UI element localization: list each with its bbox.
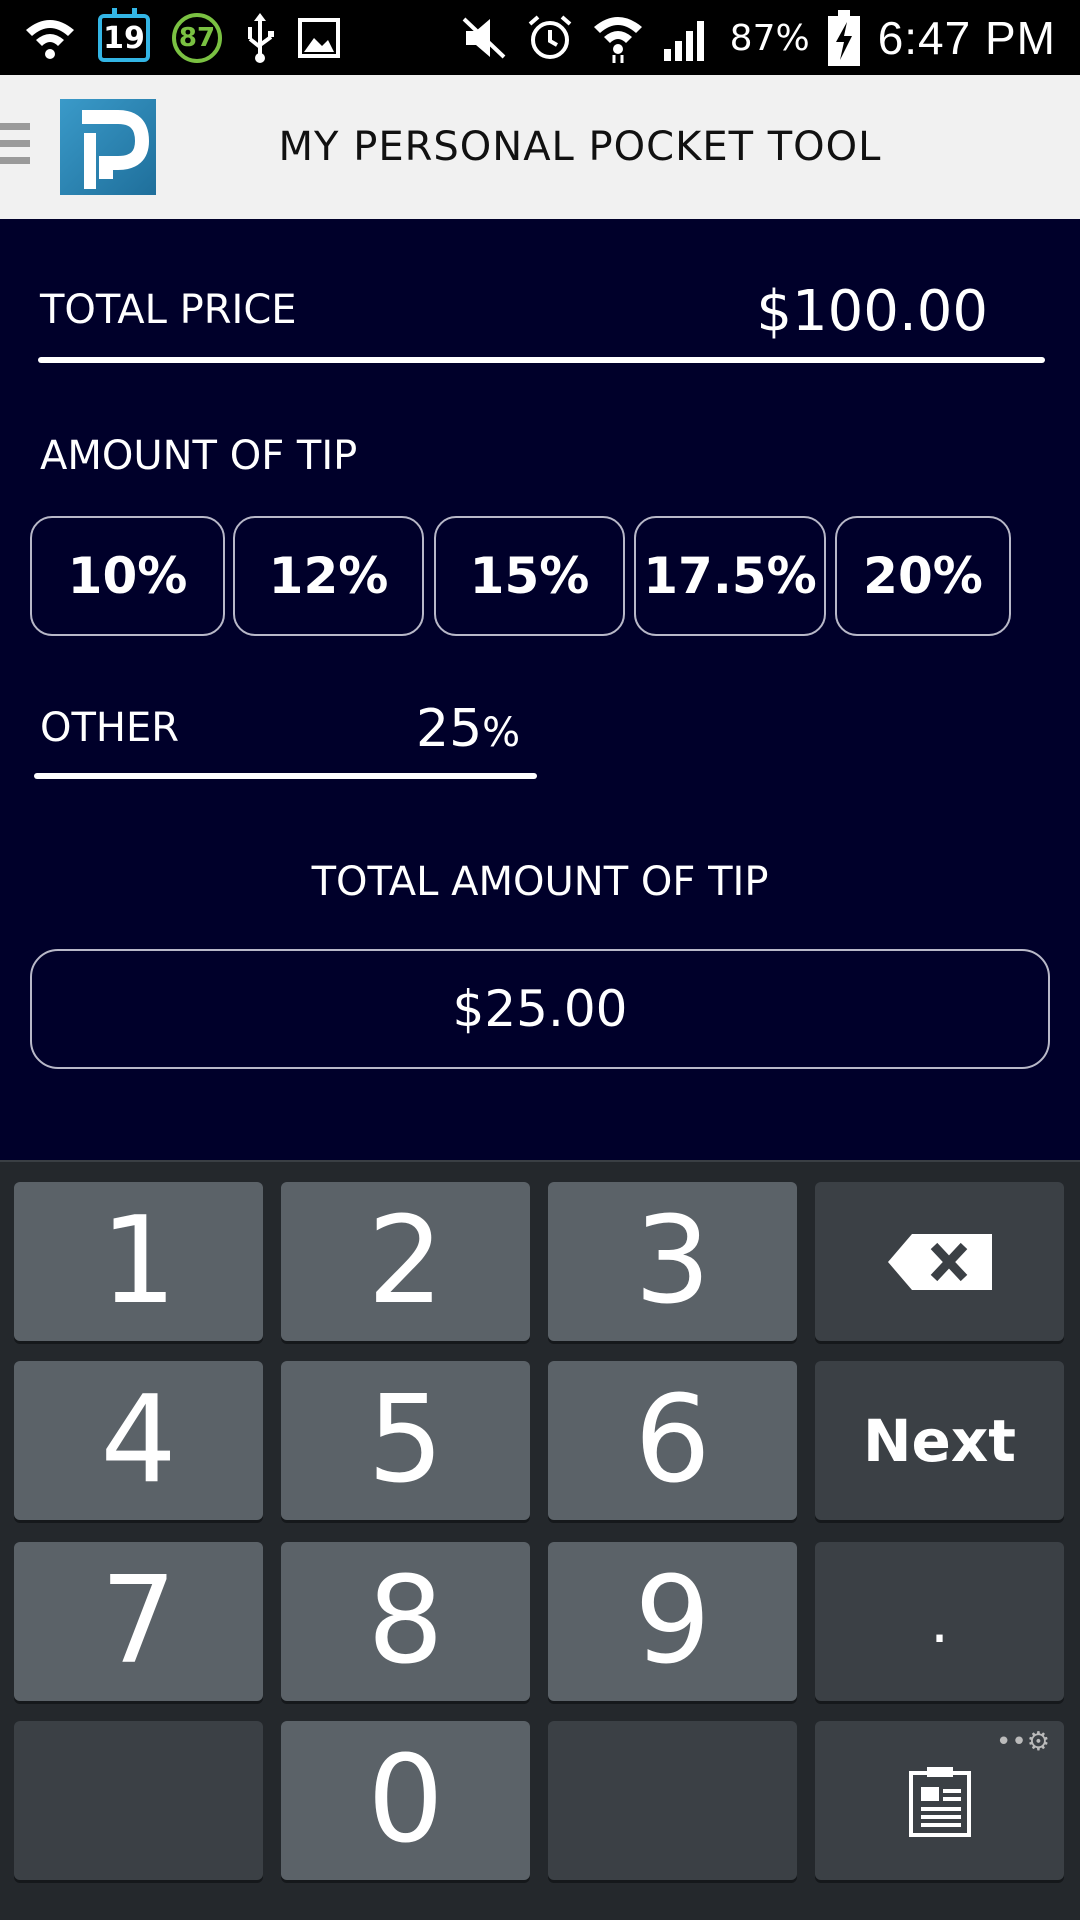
backspace-key[interactable] [815,1182,1064,1341]
blank-key-right[interactable] [548,1721,797,1880]
next-key[interactable]: Next [815,1361,1064,1520]
battery-charging-icon [827,10,860,66]
wifi-question-icon [24,16,76,60]
key-0[interactable]: 0 [281,1721,530,1880]
clock: 6:47 PM [877,12,1056,64]
numeric-keyboard: 1 2 3 4 5 6 Next 7 8 9 . 0 ••⚙ [0,1160,1080,1920]
settings-gear-icon: ••⚙ [996,1727,1050,1757]
key-7[interactable]: 7 [14,1542,263,1701]
tip-15-button[interactable]: 15% [434,516,625,636]
other-label: OTHER [40,705,180,751]
total-price-input[interactable]: $100.00 [756,279,988,344]
usb-icon [244,13,276,63]
other-underline [34,773,537,779]
status-bar-right: 87% 6:47 PM [460,8,1056,68]
alarm-icon [526,14,574,62]
key-6[interactable]: 6 [548,1361,797,1520]
battery-percent: 87% [729,17,810,59]
status-bar-left: 19 87 [24,8,340,68]
app-bar: MY PERSONAL POCKET TOOL [0,75,1080,219]
other-tip-value: 25 [416,699,483,759]
key-1[interactable]: 1 [14,1182,263,1341]
calendar-icon: 19 [98,8,150,62]
key-8[interactable]: 8 [281,1542,530,1701]
total-price-underline [38,357,1045,363]
app-logo[interactable] [60,99,156,195]
battery-level-icon: 87 [172,13,222,63]
wifi-icon [592,13,644,63]
total-tip-label: TOTAL AMOUNT OF TIP [311,859,769,905]
mute-icon [460,15,508,61]
blank-key-left[interactable] [14,1721,263,1880]
tip-10-button[interactable]: 10% [30,516,225,636]
next-key-label: Next [862,1406,1016,1475]
signal-icon [662,15,712,61]
tip-20-button[interactable]: 20% [835,516,1011,636]
total-price-label: TOTAL PRICE [40,287,297,333]
key-4[interactable]: 4 [14,1361,263,1520]
clipboard-key[interactable]: ••⚙ [815,1721,1064,1880]
key-3[interactable]: 3 [548,1182,797,1341]
other-tip-input[interactable]: 25% [416,699,520,759]
key-2[interactable]: 2 [281,1182,530,1341]
decimal-key[interactable]: . [815,1542,1064,1701]
backspace-icon [887,1233,992,1290]
amount-of-tip-label: AMOUNT OF TIP [40,433,358,479]
image-icon [298,18,340,58]
status-bar: 19 87 87% 6:47 PM [0,0,1080,75]
other-tip-unit: % [482,710,521,756]
tip-12-button[interactable]: 12% [233,516,424,636]
clipboard-icon [908,1766,971,1837]
tip-calculator: TOTAL PRICE $100.00 AMOUNT OF TIP 10% 12… [0,219,1080,1160]
key-5[interactable]: 5 [281,1361,530,1520]
decimal-key-label: . [929,1586,950,1657]
key-9[interactable]: 9 [548,1542,797,1701]
menu-icon[interactable] [0,123,30,169]
total-tip-display: $25.00 [30,949,1050,1069]
app-title: MY PERSONAL POCKET TOOL [278,124,882,170]
tip-17-5-button[interactable]: 17.5% [634,516,826,636]
